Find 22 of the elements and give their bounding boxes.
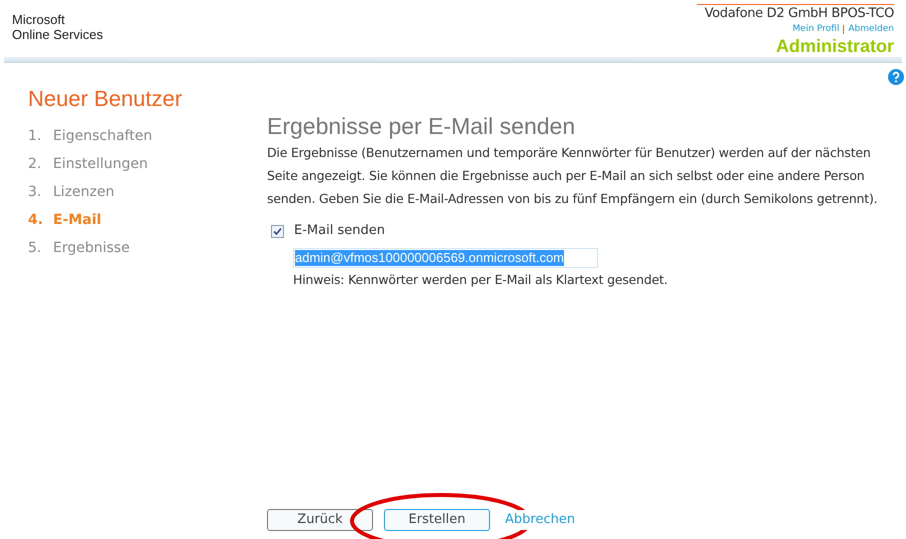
wizard-step[interactable]: 3. Lizenzen [28, 178, 267, 206]
email-field[interactable]: admin@vfmos100000006569.onmicrosoft.com [293, 248, 598, 268]
header-link[interactable]: Abmelden [848, 23, 894, 35]
brand-name: Microsoft [12, 12, 66, 27]
header-link[interactable]: Mein Profil [792, 23, 840, 35]
wizard-step[interactable]: 2. Einstellungen [28, 150, 267, 178]
wizard-step[interactable]: 5. Ergebnisse [28, 234, 267, 262]
description-text: Die Ergebnisse (Benutzernamen und temporäre Kennwörter für Benutzer) werden auf der nächsten Seite angezeigt. Sie können die Ergebnisse auch per E-Mail an sich selbst oder eine andere Person senden. Geben Sie die E-Mail-Adressen von bis zu fünf Empfängern ein (durch Semikolons getrennt). [267, 144, 878, 208]
checkbox-label: E-Mail senden [294, 222, 385, 240]
cancel-link[interactable]: Abbrechen [505, 510, 576, 530]
wizard-button[interactable]: Zurück [267, 509, 373, 531]
wizard-step[interactable]: 1. Eigenschaften [28, 122, 267, 150]
wizard-step[interactable]: 4. E-Mail [28, 206, 267, 234]
wizard-title: Neuer Benutzer [28, 85, 184, 113]
company-name: Vodafone D2 GmbH BPOS-TCO [696, 4, 894, 23]
brand-subtitle: Online Services [12, 27, 104, 42]
role-label: Administrator [776, 35, 894, 57]
wizard-button[interactable]: Erstellen [384, 509, 490, 531]
checkbox[interactable] [271, 224, 284, 238]
section-title: Ergebnisse per E-Mail senden [267, 112, 576, 141]
hint-text: Hinweis: Kennwörter werden per E-Mail als Klartext gesendet. [293, 271, 669, 289]
help-icon[interactable] [888, 69, 904, 85]
